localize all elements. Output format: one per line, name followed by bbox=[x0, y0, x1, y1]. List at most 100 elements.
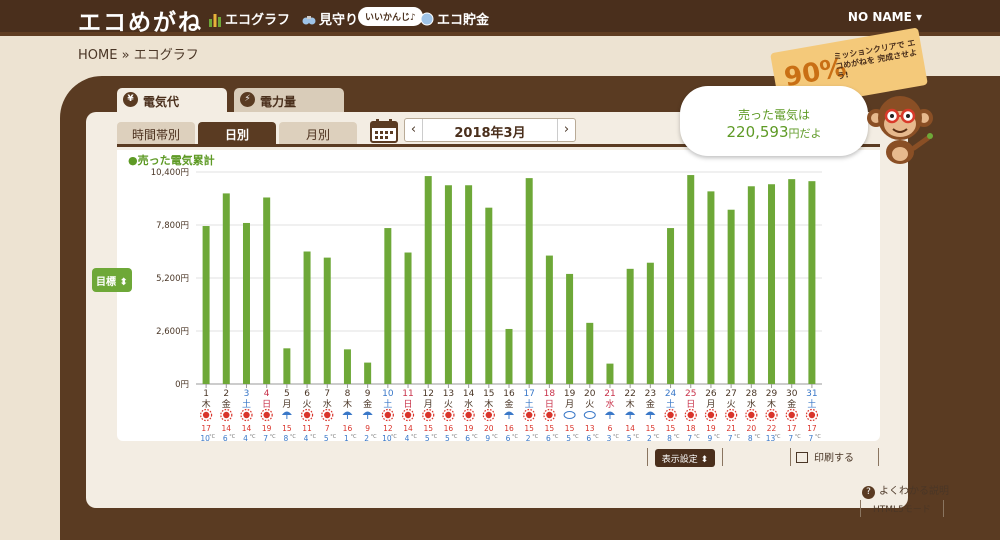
subtab-jikantai[interactable]: 時間帯別 bbox=[117, 122, 195, 144]
temp-low-label: 5 bbox=[566, 434, 571, 441]
temp-unit-label: °C bbox=[532, 434, 539, 440]
temp-high-label: 15 bbox=[565, 424, 575, 433]
temp-high-label: 15 bbox=[646, 424, 656, 433]
user-menu[interactable]: NO NAME ▾ bbox=[848, 10, 922, 24]
next-month-button[interactable]: › bbox=[557, 119, 575, 141]
bar bbox=[667, 228, 675, 384]
temp-high-label: 15 bbox=[282, 424, 292, 433]
sunny-icon bbox=[667, 411, 674, 419]
y-tick-label: 2,600円 bbox=[156, 327, 189, 337]
temp-high-label: 14 bbox=[403, 424, 413, 433]
temp-unit-label: °C bbox=[290, 434, 297, 440]
sunny-icon bbox=[404, 411, 412, 419]
temp-high-label: 17 bbox=[201, 424, 211, 433]
weekday-label: 日 bbox=[545, 399, 554, 410]
temp-high-label: 21 bbox=[726, 424, 736, 433]
temp-high-label: 6 bbox=[608, 424, 613, 433]
help-label: よくわかる説明 bbox=[879, 486, 949, 497]
temp-high-label: 15 bbox=[545, 424, 555, 433]
bar bbox=[566, 273, 574, 384]
weekday-label: 月 bbox=[282, 399, 291, 410]
weekday-label: 木 bbox=[343, 398, 352, 410]
temp-high-label: 17 bbox=[807, 424, 817, 433]
weekday-label: 土 bbox=[807, 398, 816, 410]
temp-high-label: 16 bbox=[504, 424, 514, 433]
temp-low-label: 6 bbox=[506, 434, 511, 441]
temp-low-label: 7 bbox=[687, 434, 692, 441]
temp-high-label: 15 bbox=[666, 424, 676, 433]
bar bbox=[586, 322, 594, 384]
temp-low-label: 2 bbox=[364, 434, 369, 441]
binoculars-icon bbox=[302, 16, 316, 25]
breadcrumb: HOME » エコグラフ bbox=[78, 44, 199, 63]
nav-ecograph[interactable]: エコグラフ bbox=[208, 9, 290, 28]
subtab-tsukibetsu[interactable]: 月別 bbox=[279, 122, 357, 144]
temp-high-label: 14 bbox=[625, 424, 635, 433]
weekday-label: 水 bbox=[464, 398, 473, 410]
rain-icon bbox=[625, 411, 636, 415]
weekday-label: 金 bbox=[504, 398, 513, 410]
help-link[interactable]: ? よくわかる説明 bbox=[862, 482, 949, 499]
temp-high-label: 13 bbox=[585, 424, 595, 433]
nav-ecograph-label: エコグラフ bbox=[225, 13, 291, 28]
temp-low-label: 4 bbox=[405, 434, 410, 441]
temp-low-label: 4 bbox=[304, 434, 309, 441]
prev-month-button[interactable]: ‹ bbox=[405, 119, 423, 141]
nav-eco-chokin[interactable]: エコ貯金 bbox=[420, 9, 489, 28]
sunny-icon bbox=[243, 411, 250, 419]
temp-unit-label: °C bbox=[694, 434, 701, 440]
sunny-icon bbox=[485, 411, 493, 419]
temp-unit-label: °C bbox=[795, 434, 802, 440]
tab-denkidai[interactable]: ¥ 電気代 bbox=[117, 88, 227, 112]
balloon-line2: 220,593円だよ bbox=[680, 123, 868, 141]
temp-low-label: 9 bbox=[485, 434, 490, 441]
x-tick-label: 28 bbox=[746, 389, 758, 399]
bar bbox=[646, 262, 654, 384]
temp-unit-label: °C bbox=[330, 434, 337, 440]
divider bbox=[790, 448, 791, 466]
temp-unit-label: °C bbox=[512, 434, 519, 440]
bar bbox=[788, 179, 796, 384]
sunny-icon bbox=[727, 411, 735, 419]
weekday-label: 木 bbox=[626, 398, 635, 410]
weekday-label: 日 bbox=[686, 399, 695, 410]
temp-high-label: 19 bbox=[464, 424, 474, 433]
nav-mimamori[interactable]: 見守り bbox=[302, 9, 358, 28]
temp-low-label: 3 bbox=[607, 434, 612, 441]
temp-low-label: 6 bbox=[223, 434, 228, 441]
tab-denryoku[interactable]: ⚡ 電力量 bbox=[234, 88, 344, 112]
coin-icon bbox=[420, 12, 434, 26]
bar bbox=[808, 181, 816, 384]
rain-icon bbox=[645, 411, 656, 415]
sunny-icon bbox=[748, 411, 755, 419]
display-settings-button[interactable]: 表示設定 ⬍ bbox=[655, 449, 715, 467]
lightning-icon: ⚡ bbox=[240, 92, 255, 107]
breadcrumb-separator: » bbox=[121, 48, 130, 63]
x-tick-label: 26 bbox=[705, 389, 717, 399]
rain-icon bbox=[604, 411, 615, 415]
calendar-icon[interactable] bbox=[370, 119, 398, 143]
temp-unit-label: °C bbox=[391, 434, 398, 440]
temp-high-label: 19 bbox=[706, 424, 716, 433]
weekday-label: 木 bbox=[767, 398, 776, 410]
x-tick-label: 13 bbox=[443, 389, 454, 399]
weekday-label: 火 bbox=[444, 399, 453, 410]
breadcrumb-home[interactable]: HOME bbox=[78, 48, 117, 63]
temp-low-label: 5 bbox=[627, 434, 632, 441]
sunny-icon bbox=[425, 411, 432, 419]
app-logo[interactable]: エコめがね bbox=[78, 3, 203, 37]
print-button[interactable]: 印刷する bbox=[796, 449, 872, 467]
x-tick-label: 31 bbox=[806, 389, 817, 399]
bar bbox=[606, 363, 614, 384]
temp-low-label: 4 bbox=[243, 434, 248, 441]
bar bbox=[444, 185, 452, 384]
weekday-label: 月 bbox=[706, 399, 715, 410]
bar bbox=[525, 178, 533, 384]
subtab-hibetsu[interactable]: 日別 bbox=[198, 122, 276, 144]
sunny-icon bbox=[525, 411, 533, 419]
sunny-icon bbox=[768, 411, 775, 419]
weekday-label: 火 bbox=[303, 399, 312, 410]
x-tick-label: 16 bbox=[503, 389, 515, 399]
bar bbox=[343, 349, 351, 384]
html5-mode-button[interactable]: HTML5モード bbox=[860, 500, 944, 517]
